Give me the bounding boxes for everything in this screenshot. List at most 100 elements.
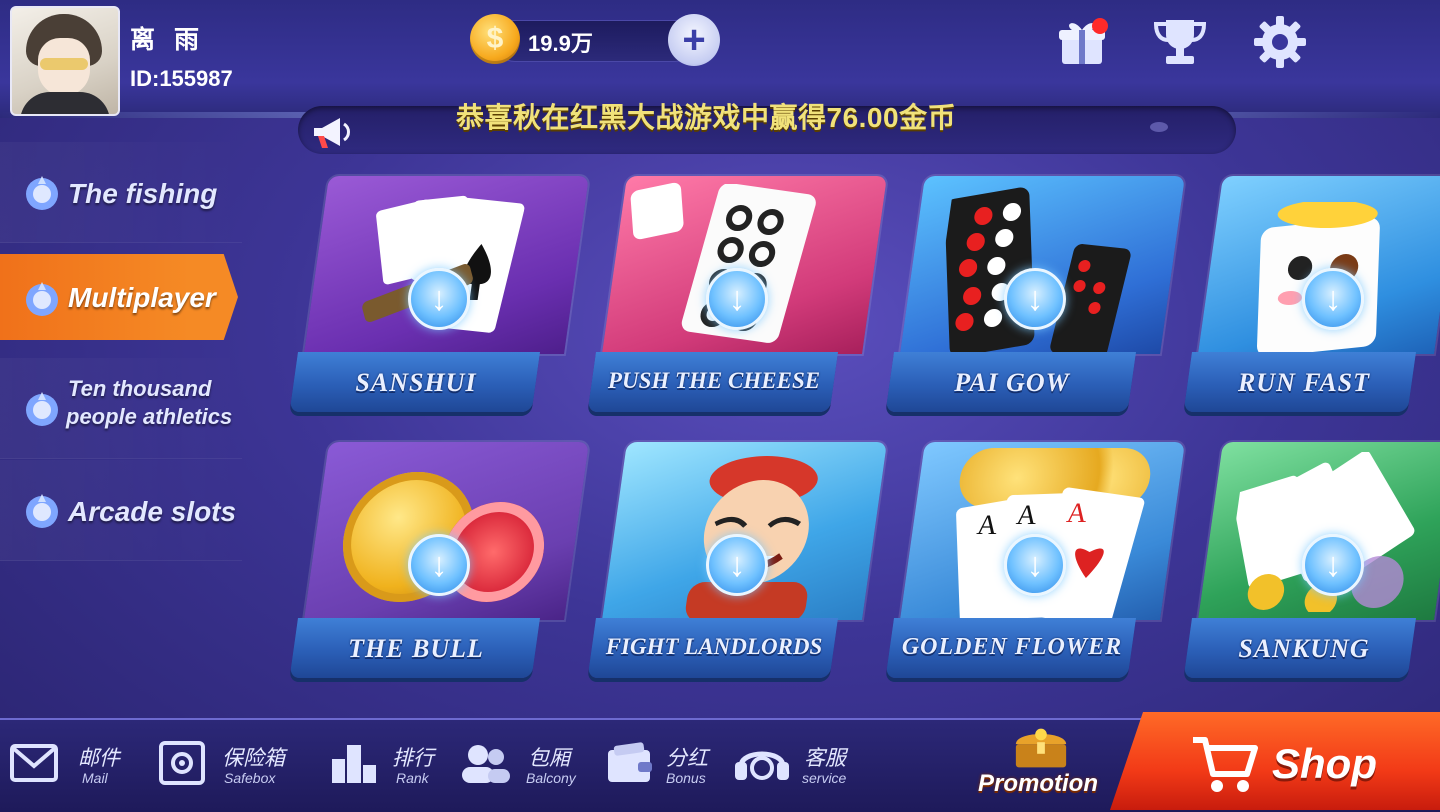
coin-icon: $ <box>470 14 520 64</box>
game-title: PUSH THE CHEESE <box>607 368 821 393</box>
nav-mail[interactable]: 邮件 Mail <box>8 736 148 796</box>
add-coins-button[interactable]: + <box>668 14 720 66</box>
wallet-svg <box>608 742 652 782</box>
username: 离 雨 <box>130 26 205 54</box>
gear-icon[interactable] <box>1252 14 1308 70</box>
coin-value: 19.9万 <box>528 31 593 56</box>
game-card-the-bull[interactable]: ↓ THE BULL <box>289 442 590 686</box>
landlord-svg <box>685 456 818 620</box>
promotion-label: Promotion <box>978 770 1098 797</box>
chip-graphic <box>26 282 58 316</box>
users-svg <box>462 745 510 783</box>
tile-svg <box>681 183 816 343</box>
download-icon[interactable]: ↓ <box>408 534 470 596</box>
download-icon[interactable]: ↓ <box>408 268 470 330</box>
safe-svg <box>159 741 205 785</box>
gift-icon[interactable] <box>1054 14 1110 70</box>
game-card-push-the-cheese[interactable]: ↓ PUSH THE CHEESE <box>587 176 888 420</box>
mahjong-tile-graphic <box>672 183 826 354</box>
nav-label-en: Bonus <box>666 770 706 786</box>
trophy-icon-graphic <box>1153 20 1207 64</box>
users-icon <box>460 740 512 786</box>
headset-svg <box>735 751 789 780</box>
nav-label-en: Mail <box>82 770 108 786</box>
download-icon[interactable]: ↓ <box>1302 268 1364 330</box>
game-title: SANKUNG <box>1238 634 1370 663</box>
game-card-run-fast[interactable]: ↓ RUN FAST <box>1183 176 1440 420</box>
coin-balance: $ 19.9万 + <box>470 14 726 66</box>
megaphone-icon <box>308 110 356 154</box>
game-title: THE BULL <box>348 634 484 663</box>
sidebar-item-label: The fishing <box>68 178 218 209</box>
nav-label-en: service <box>802 770 847 786</box>
sidebar-item-arcade-slots[interactable]: Arcade slots <box>0 460 242 561</box>
download-icon[interactable]: ↓ <box>1004 534 1066 596</box>
poker-chip-icon <box>20 278 64 318</box>
chip-graphic <box>26 176 58 210</box>
treasure-chest-icon <box>1012 726 1070 770</box>
gear-icon-graphic <box>1254 16 1306 68</box>
coin-balance-pill <box>494 20 696 62</box>
chip-graphic <box>26 392 58 426</box>
shopping-cart-icon <box>1190 732 1260 796</box>
nav-bonus[interactable]: 分红 Bonus <box>604 736 724 796</box>
user-id: ID:155987 <box>130 66 233 91</box>
avatar[interactable] <box>10 6 120 116</box>
mail-svg <box>10 744 58 782</box>
podium-icon <box>328 740 380 786</box>
sidebar-item-fishing[interactable]: The fishing <box>0 142 242 243</box>
avatar-body <box>20 92 110 114</box>
nav-rank[interactable]: 排行 Rank <box>328 736 448 796</box>
sidebar-item-label-line2: people athletics <box>66 404 233 429</box>
nav-label-cn: 客服 <box>804 747 846 770</box>
nav-service[interactable]: 客服 service <box>732 736 862 796</box>
game-title: GOLDEN FLOWER <box>901 634 1123 660</box>
mail-icon <box>8 740 60 786</box>
poker-chip-icon <box>20 490 64 530</box>
nav-label-en: Safebox <box>224 770 276 786</box>
nav-label-cn: 邮件 <box>78 747 120 770</box>
shop-label[interactable]: Shop <box>1272 740 1377 788</box>
chip-graphic <box>26 494 58 528</box>
nav-balcony[interactable]: 包厢 Balcony <box>460 736 590 796</box>
game-art <box>1198 176 1440 354</box>
megaphone-icon-graphic <box>314 118 350 148</box>
download-icon[interactable]: ↓ <box>1302 534 1364 596</box>
nav-safebox[interactable]: 保险箱 Safebox <box>156 736 306 796</box>
landlord-character-graphic <box>662 452 846 620</box>
cart-svg <box>1193 737 1258 792</box>
wallet-icon <box>604 740 656 786</box>
broadcast-message: 恭喜秋在红黑大战游戏中赢得76.00金币 <box>456 102 957 133</box>
nav-label-cn: 包厢 <box>528 747 570 770</box>
download-icon[interactable]: ↓ <box>706 268 768 330</box>
game-title: SANSHUI <box>355 368 477 397</box>
sidebar-item-label: Multiplayer <box>68 282 216 313</box>
game-title: PAI GOW <box>954 368 1070 397</box>
game-card-fight-landlords[interactable]: ↓ FIGHT LANDLORDS <box>587 442 888 686</box>
game-title: RUN FAST <box>1237 368 1371 397</box>
trophy-icon[interactable] <box>1152 14 1208 70</box>
poker-chip-icon <box>20 172 64 212</box>
game-card-sankung[interactable]: ↓ SANKUNG <box>1183 442 1440 686</box>
nav-label-cn: 保险箱 <box>222 747 285 770</box>
game-card-sanshui[interactable]: ↓ SANSHUI <box>289 176 590 420</box>
chest-svg <box>1015 728 1067 768</box>
nav-label-cn: 排行 <box>392 747 434 770</box>
nav-label-en: Balcony <box>526 770 576 786</box>
game-card-golden-flower[interactable]: A A A ↓ GOLDEN FLOWER <box>885 442 1186 686</box>
game-card-pai-gow[interactable]: ↓ PAI GOW <box>885 176 1186 420</box>
download-icon[interactable]: ↓ <box>1004 268 1066 330</box>
sidebar-item-label: Arcade slots <box>68 496 237 527</box>
dice-graphic <box>630 181 685 241</box>
sidebar-item-multiplayer[interactable]: Multiplayer <box>0 254 238 340</box>
game-title: FIGHT LANDLORDS <box>605 634 823 659</box>
download-icon[interactable]: ↓ <box>706 534 768 596</box>
nav-label-cn: 分红 <box>666 747 708 770</box>
podium-svg <box>332 745 376 783</box>
nav-label-en: Rank <box>396 770 429 786</box>
promotion-button[interactable]: Promotion <box>976 726 1106 806</box>
sidebar-item-athletics[interactable]: Ten thousand people athletics <box>0 358 242 459</box>
notification-dot <box>1092 18 1108 34</box>
headset-icon <box>732 740 792 786</box>
broadcast-indicator <box>1150 122 1168 132</box>
